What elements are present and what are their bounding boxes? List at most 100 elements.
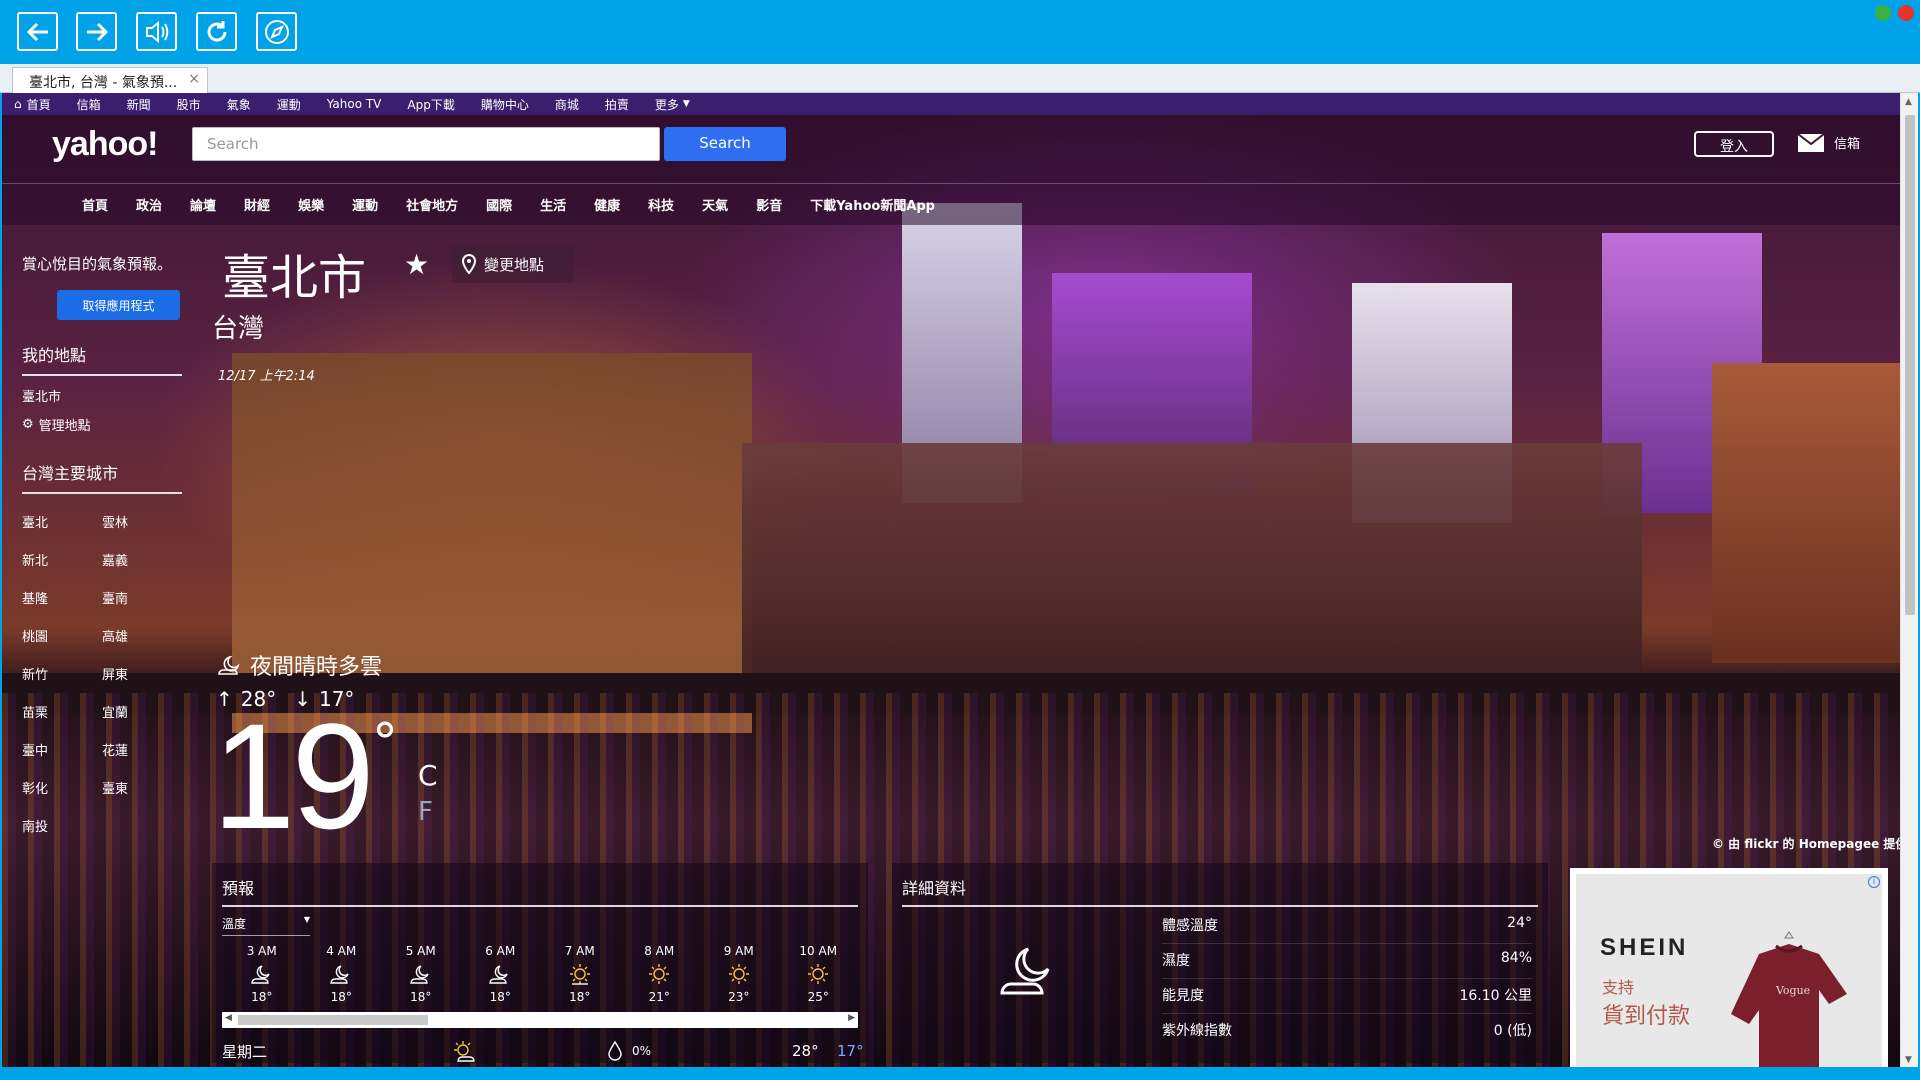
hour-item: 3 AM 18°: [222, 944, 302, 1004]
subnav-video[interactable]: 影音: [756, 195, 782, 214]
forward-button[interactable]: [76, 12, 117, 51]
city-link[interactable]: 屏東: [102, 664, 182, 683]
my-place-taipei[interactable]: 臺北市: [22, 386, 182, 405]
subnav-home[interactable]: 首頁: [82, 195, 108, 214]
get-app-button[interactable]: 取得應用程式: [57, 290, 180, 320]
subnav-life[interactable]: 生活: [540, 195, 566, 214]
hourly-forecast: 3 AM 18° 4 AM 18° 5 AM 18° 6 AM 18° 7 AM 18° …: [222, 944, 858, 1004]
search-input[interactable]: Search: [192, 127, 660, 161]
ad-line-1: 支持: [1602, 978, 1635, 997]
city-link[interactable]: 宜蘭: [102, 702, 182, 721]
svg-text:Vogue: Vogue: [1775, 984, 1810, 997]
city-list: 臺北 雲林 新北 嘉義 基隆 臺南 桃園 高雄 新竹 屏東 苗栗 宜蘭 臺中 花…: [22, 512, 182, 835]
ad-brand: SHEIN: [1600, 934, 1689, 961]
forecast-panel: 預報 溫度 ▼ 3 AM 18° 4 AM 18° 5 AM 18° 6 AM 18° …: [212, 863, 868, 1063]
city-link[interactable]: 臺南: [102, 588, 182, 607]
subnav-international[interactable]: 國際: [486, 195, 512, 214]
subnav-local[interactable]: 社會地方: [406, 195, 458, 214]
ynav-news[interactable]: 新聞: [127, 96, 151, 113]
unit-celsius[interactable]: C: [418, 759, 438, 792]
precip-chance: 0%: [632, 1044, 652, 1058]
browser-status-bar: [0, 1067, 1920, 1080]
ynav-yahoo-tv[interactable]: Yahoo TV: [327, 97, 382, 111]
hour-item: 9 AM 23°: [699, 944, 779, 1004]
scroll-right-icon[interactable]: ▶: [848, 1013, 855, 1023]
hourly-scrollbar[interactable]: ◀ ▶: [222, 1012, 858, 1028]
degree-symbol: °: [372, 713, 398, 773]
browser-tab[interactable]: 臺北市, 台灣 - 氣象預... ×: [12, 67, 208, 93]
home-button[interactable]: [256, 12, 297, 51]
ynav-mall[interactable]: 商城: [555, 96, 579, 113]
close-window-button[interactable]: [1898, 5, 1914, 21]
city-link[interactable]: 苗栗: [22, 702, 102, 721]
scroll-up-icon[interactable]: ▲: [1905, 97, 1912, 107]
city-link[interactable]: 新北: [22, 550, 102, 569]
hour-item: 7 AM 18°: [540, 944, 620, 1004]
subnav-finance[interactable]: 財經: [244, 195, 270, 214]
city-link[interactable]: 臺中: [22, 740, 102, 759]
subnav-entertainment[interactable]: 娛樂: [298, 195, 324, 214]
tab-close-icon[interactable]: ×: [188, 71, 200, 87]
manage-places-link[interactable]: ⚙ 管理地點: [22, 415, 182, 434]
subnav-sports[interactable]: 運動: [352, 195, 378, 214]
city-link[interactable]: 彰化: [22, 778, 102, 797]
mail-link[interactable]: 信箱: [1798, 133, 1860, 152]
city-link[interactable]: 南投: [22, 816, 102, 835]
back-button[interactable]: [17, 12, 58, 51]
ynav-shopping[interactable]: 購物中心: [481, 96, 529, 113]
arrow-left-icon: [26, 22, 48, 41]
city-link[interactable]: 臺北: [22, 512, 102, 531]
ynav-weather[interactable]: 氣象: [227, 96, 251, 113]
reload-button[interactable]: [196, 12, 237, 51]
city-link[interactable]: 嘉義: [102, 550, 182, 569]
yahoo-top-nav: ⌂ 首頁 信箱 新聞 股市 氣象 運動 Yahoo TV App下載 購物中心 商…: [2, 93, 1900, 115]
city-link[interactable]: 桃園: [22, 626, 102, 645]
subnav-download-app[interactable]: 下載Yahoo新聞App: [810, 195, 935, 214]
city-link[interactable]: 花蓮: [102, 740, 182, 759]
ynav-app-download[interactable]: App下載: [407, 96, 454, 113]
ynav-more[interactable]: 更多 ▼: [655, 96, 690, 113]
subnav-tech[interactable]: 科技: [648, 195, 674, 214]
favorite-star-icon[interactable]: ★: [404, 248, 429, 281]
scroll-left-icon[interactable]: ◀: [225, 1013, 232, 1023]
minimize-button[interactable]: [1875, 5, 1891, 21]
unit-fahrenheit[interactable]: F: [418, 797, 433, 827]
ynav-mail[interactable]: 信箱: [77, 96, 101, 113]
tab-title: 臺北市, 台灣 - 氣象預...: [29, 75, 178, 91]
details-heading: 詳細資料: [902, 863, 1538, 907]
ad-line-2: 貨到付款: [1602, 1004, 1691, 1029]
sun-icon: [779, 962, 859, 986]
moon-cloud-icon: [461, 962, 541, 986]
ynav-auction[interactable]: 拍賣: [605, 96, 629, 113]
ynav-sports[interactable]: 運動: [277, 96, 301, 113]
tab-strip: 臺北市, 台灣 - 氣象預... ×: [0, 64, 1920, 93]
ynav-stocks[interactable]: 股市: [177, 96, 201, 113]
hourly-scroll-thumb[interactable]: [238, 1015, 428, 1025]
city-link[interactable]: 雲林: [102, 512, 182, 531]
search-button[interactable]: Search: [664, 127, 786, 161]
forecast-metric-select[interactable]: 溫度 ▼: [222, 915, 310, 936]
speaker-icon: [145, 20, 168, 43]
ad-info-icon[interactable]: i: [1868, 876, 1880, 888]
login-button[interactable]: 登入: [1694, 131, 1774, 157]
city-link[interactable]: 高雄: [102, 626, 182, 645]
photo-credit[interactable]: © 由 flickr 的 Homepagee 提供: [1712, 835, 1900, 852]
city-link[interactable]: 新竹: [22, 664, 102, 683]
yahoo-logo[interactable]: yahoo!: [52, 125, 158, 164]
current-temperature: 19: [212, 692, 375, 860]
subnav-health[interactable]: 健康: [594, 195, 620, 214]
page-scrollbar[interactable]: ▲ ▼: [1900, 93, 1918, 1067]
ynav-home[interactable]: ⌂ 首頁: [14, 96, 51, 113]
page-scroll-thumb[interactable]: [1905, 115, 1915, 615]
shein-ad[interactable]: i SHEIN 支持 貨到付款 Vogue: [1570, 868, 1888, 1067]
city-link[interactable]: 臺東: [102, 778, 182, 797]
daily-row[interactable]: 星期二 0% 28° 17°: [222, 1038, 864, 1064]
subnav-weather[interactable]: 天氣: [702, 195, 728, 214]
arrow-right-icon: [86, 22, 108, 41]
scroll-down-icon[interactable]: ▼: [1905, 1055, 1912, 1065]
subnav-politics[interactable]: 政治: [136, 195, 162, 214]
subnav-forum[interactable]: 論壇: [190, 195, 216, 214]
city-link[interactable]: 基隆: [22, 588, 102, 607]
sound-button[interactable]: [136, 12, 177, 51]
change-location-button[interactable]: 變更地點: [452, 245, 574, 283]
